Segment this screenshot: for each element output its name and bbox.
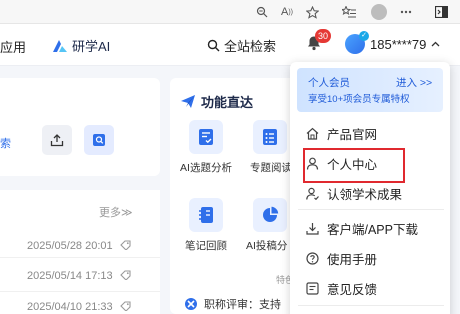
vip-enter-link[interactable]: 进入 >> [396,75,432,90]
highlight-box [303,148,405,183]
menu-item-app-download[interactable]: 客户端/APP下载 [306,218,418,238]
notification-count-badge: 30 [315,29,331,43]
tag-icon[interactable] [120,269,131,283]
list-item[interactable]: 2025/05/14 17:13 [0,262,160,292]
upload-icon [50,134,64,147]
menu-item-label: 客户端/APP下载 [327,222,418,237]
menu-item-claim-achievements[interactable]: 认领学术成果 [306,183,402,203]
download-icon [306,222,319,235]
menu-item-label: 意见反馈 [327,282,378,297]
tile-ai-topic-analysis[interactable]: AI选题分析 [176,120,236,175]
list-date: 2025/05/28 20:01 [27,240,113,252]
feedback-icon [306,281,319,295]
browser-toolbar: A)) [0,0,460,24]
menu-item-feedback[interactable]: 意见反馈 [306,278,377,298]
site-search-label: 全站检索 [224,39,277,54]
notebook-icon [189,198,223,232]
edge-sidebar-icon[interactable] [432,0,450,24]
menu-divider [298,209,444,210]
list-date: 2025/05/14 17:13 [27,270,113,282]
list-item[interactable]: 2025/04/10 21:33 [0,294,160,314]
tile-label: 笔记回顾 [185,240,227,252]
menu-item-label: 产品官网 [327,127,378,142]
news-item[interactable]: 职称评审：支持 [184,296,281,312]
vip-subtitle: 享受10+项会员专属特权 [308,94,410,105]
home-icon [306,127,319,140]
ai-study-link[interactable]: 研学AI [52,36,110,55]
paper-plane-icon [181,95,195,108]
vip-title: 个人会员 [308,77,350,89]
search-icon [207,39,220,52]
tag-icon[interactable] [120,300,131,314]
zoom-icon[interactable] [254,0,270,24]
image-search-icon [93,134,105,146]
favorite-star-icon[interactable] [304,0,320,24]
read-aloud-icon[interactable]: A)) [278,0,296,24]
ai-logo-icon [52,39,68,53]
tag-icon[interactable] [120,239,131,253]
more-link[interactable]: 更多≫ [99,204,133,220]
image-search-button[interactable] [84,125,114,155]
user-check-icon [306,187,319,200]
menu-item-product-site[interactable]: 产品官网 [306,123,377,143]
checklist-icon [189,120,223,154]
profile-avatar[interactable] [369,0,389,24]
function-panel-title-text: 功能直达 [201,95,254,110]
function-panel-title: 功能直达 [181,92,253,111]
list-item[interactable]: 2025/05/28 20:01 [0,228,160,258]
left-card [0,78,160,176]
page: A)) 应用 研学AI 全站检索 30 ✓ 185****79 索 更多≫ 20… [0,0,460,314]
menu-divider [298,305,444,306]
chevron-up-icon [431,41,440,47]
tile-label: AI选题分析 [180,162,232,174]
pie-chart-icon [253,198,287,232]
news-logo-icon [185,298,197,310]
site-search-button[interactable]: 全站检索 [207,36,276,55]
upload-button[interactable] [42,125,72,155]
favorites-list-icon[interactable] [340,0,358,24]
news-text: 职称评审：支持 [204,299,281,311]
ai-study-label: 研学AI [72,39,111,54]
avatar: ✓ [345,31,369,54]
user-phone: 185****79 [370,36,427,52]
help-icon [306,251,319,265]
vip-check-icon: ✓ [359,31,369,41]
list-icon [253,120,287,154]
user-account-button[interactable]: ✓ 185****79 [345,31,440,54]
tile-notes-review[interactable]: 笔记回顾 [176,198,236,253]
more-menu-icon[interactable] [398,0,414,24]
search-link-fragment[interactable]: 索 [0,135,11,151]
list-date: 2025/04/10 21:33 [27,301,113,313]
menu-item-label: 使用手册 [327,252,378,267]
menu-item-user-manual[interactable]: 使用手册 [306,248,377,268]
menu-item-label: 认领学术成果 [327,187,403,202]
apps-link[interactable]: 应用 [0,37,26,56]
